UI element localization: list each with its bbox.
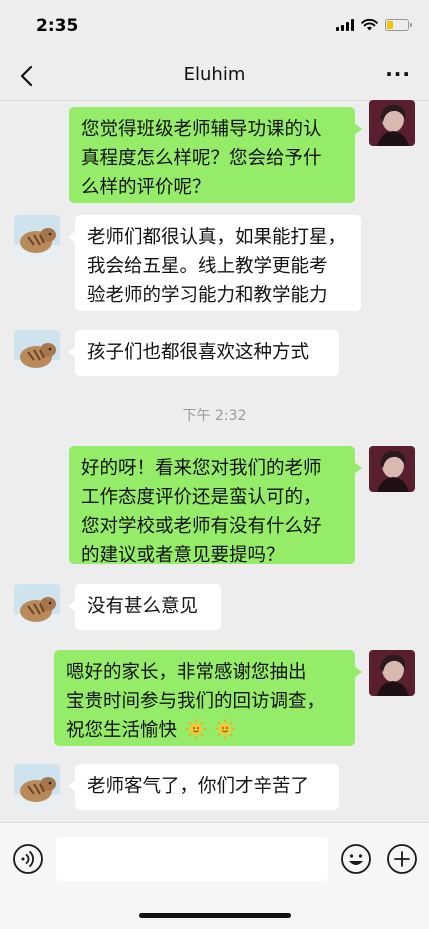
message-line: 宝贵时间参与我们的回访调查， xyxy=(66,691,326,712)
status-icons xyxy=(336,18,412,31)
message-bubble-outgoing[interactable]: 您觉得班级老师辅导功课的认 真程度怎么样呢？您会给予什 么样的评价呢？ xyxy=(69,107,362,203)
message-bubble-incoming[interactable]: 没有甚么意见 xyxy=(68,584,221,630)
avatar-self[interactable] xyxy=(369,446,415,492)
avatar-contact[interactable] xyxy=(14,764,60,810)
message-input[interactable] xyxy=(56,837,328,881)
status-bar: 2:35 xyxy=(0,0,429,52)
battery-level xyxy=(387,20,393,29)
status-time: 2:35 xyxy=(36,16,79,36)
avatar-contact[interactable] xyxy=(14,330,60,376)
message-line-with-emoji: 祝您生活愉快 xyxy=(66,716,343,745)
plus-icon[interactable] xyxy=(386,843,418,875)
wifi-icon xyxy=(361,18,378,31)
voice-icon[interactable] xyxy=(12,843,44,875)
sun-face-emoji xyxy=(214,719,235,739)
avatar-self[interactable] xyxy=(369,100,415,146)
battery-icon xyxy=(385,18,412,31)
message-line: 验老师的学习能力和教学能力 xyxy=(87,285,328,306)
more-dots-icon[interactable]: ··· xyxy=(385,62,411,86)
message-bubble-incoming[interactable]: 老师们都很认真，如果能打星， 我会给五星。线上教学更能考 验老师的学习能力和教学… xyxy=(68,215,361,311)
nav-bar: Eluhim ··· xyxy=(0,52,429,101)
message-line: 么样的评价呢？ xyxy=(81,177,211,198)
message-line: 孩子们也都很喜欢这种方式 xyxy=(87,342,310,363)
home-indicator[interactable] xyxy=(139,913,291,918)
message-line: 老师客气了，你们才辛苦了 xyxy=(87,776,310,797)
message-line: 没有甚么意见 xyxy=(87,596,199,617)
message-line: 我会给五星。线上教学更能考 xyxy=(87,256,328,277)
message-line: 真程度怎么样呢？您会给予什 xyxy=(81,148,322,169)
signal-icon xyxy=(336,18,354,31)
input-bar xyxy=(0,822,429,929)
emoji-smile-icon[interactable] xyxy=(340,843,372,875)
message-bubble-outgoing[interactable]: 嗯好的家长，非常感谢您抽出 宝贵时间参与我们的回访调查， 祝您生活愉快 xyxy=(54,650,362,746)
avatar-self[interactable] xyxy=(369,650,415,696)
avatar-contact[interactable] xyxy=(14,215,60,261)
message-line: 祝您生活愉快 xyxy=(66,720,178,741)
message-timestamp: 下午 2:32 xyxy=(182,408,247,424)
avatar-contact[interactable] xyxy=(14,584,60,630)
message-line: 好的呀！看来您对我们的老师 xyxy=(81,458,322,479)
message-bubble-incoming[interactable]: 孩子们也都很喜欢这种方式 xyxy=(68,330,339,376)
chat-area[interactable]: 您觉得班级老师辅导功课的认 真程度怎么样呢？您会给予什 么样的评价呢？ 老师们都… xyxy=(0,100,429,822)
message-bubble-incoming[interactable]: 老师客气了，你们才辛苦了 xyxy=(68,764,339,810)
message-line: 嗯好的家长，非常感谢您抽出 xyxy=(66,662,307,683)
chat-title: Eluhim xyxy=(183,64,246,85)
message-line: 的建议或者意见要提吗？ xyxy=(81,545,285,566)
message-line: 老师们都很认真，如果能打星， xyxy=(87,227,347,248)
message-line: 工作态度评价还是蛮认可的， xyxy=(81,487,322,508)
message-line: 您觉得班级老师辅导功课的认 xyxy=(81,119,322,140)
message-line: 您对学校或老师有没有什么好 xyxy=(81,516,322,537)
sun-face-emoji xyxy=(185,719,206,739)
message-bubble-outgoing[interactable]: 好的呀！看来您对我们的老师 工作态度评价还是蛮认可的， 您对学校或老师有没有什么… xyxy=(69,446,362,566)
